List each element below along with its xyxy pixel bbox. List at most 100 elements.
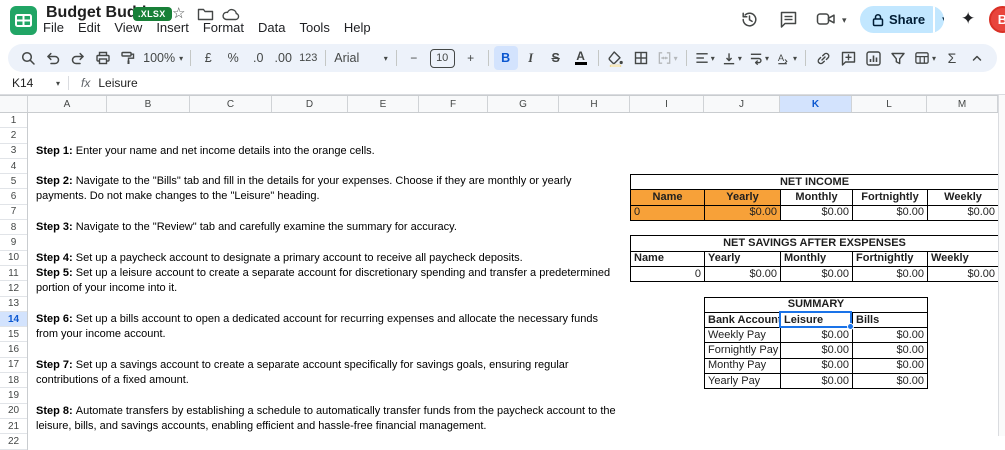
summary-cell-r2-c1[interactable]: $0.00 [780,357,853,375]
menu-data[interactable]: Data [251,19,292,36]
insert-chart-icon[interactable] [861,46,885,70]
version-history-icon[interactable] [740,10,759,29]
row-header-4[interactable]: 4 [0,158,27,175]
menu-edit[interactable]: Edit [71,19,107,36]
net-income-header-fortnightly[interactable]: Fortnightly [852,189,928,206]
summary-cell-r1-c1[interactable]: $0.00 [780,342,853,359]
menu-tools[interactable]: Tools [292,19,336,36]
summary-cell-r3-c2[interactable]: $0.00 [851,373,929,390]
step-text-3[interactable]: Step 3: Navigate to the "Review" tab and… [36,220,676,235]
net-savings-title[interactable]: NET SAVINGS AFTER EXSPENSES [630,235,999,252]
increase-decimal-button[interactable]: .00 [271,46,295,70]
vertical-scrollbar[interactable] [998,95,1005,436]
row-header-3[interactable]: 3 [0,143,27,159]
gemini-sparkle-icon[interactable]: ✦ [961,9,975,29]
formula-input[interactable]: Leisure [98,76,137,90]
comments-icon[interactable] [779,10,798,29]
summary-cell-r1-c0[interactable]: Fornightly Pay [704,342,781,359]
net-savings-value-4[interactable]: $0.00 [927,265,999,283]
name-box[interactable]: K14 ▾ [0,76,66,90]
net-savings-value-1[interactable]: $0.00 [704,265,781,283]
row-header-7[interactable]: 7 [0,204,27,221]
row-header-13[interactable]: 13 [0,296,27,312]
row-header-10[interactable]: 10 [0,250,27,266]
bold-button[interactable]: B [493,46,518,70]
row-header-11[interactable]: 11 [0,265,27,282]
menu-view[interactable]: View [107,19,149,36]
row-header-15[interactable]: 15 [0,327,27,343]
row-header-14[interactable]: 14 [0,311,27,328]
row-header-17[interactable]: 17 [0,357,27,374]
summary-cell-r0-c2[interactable]: $0.00 [851,327,929,344]
camera-dropdown-caret[interactable]: ▾ [842,15,847,26]
row-header-6[interactable]: 6 [0,189,27,205]
hide-menus-icon[interactable] [965,46,989,70]
net-savings-value-0[interactable]: 0 [630,265,705,283]
menu-help[interactable]: Help [337,19,378,36]
menu-file[interactable]: File [36,19,71,36]
net-income-header-name[interactable]: Name [630,189,705,206]
insert-link-icon[interactable] [811,46,835,70]
net-income-value-2[interactable]: $0.00 [780,204,853,222]
create-filter-icon[interactable] [886,46,910,70]
summary-header-bills[interactable]: Bills [851,311,929,329]
row-header-1[interactable]: 1 [0,113,27,129]
summary-cell-r3-c0[interactable]: Yearly Pay [704,373,781,390]
net-income-value-3[interactable]: $0.00 [852,204,928,222]
row-header-19[interactable]: 19 [0,388,27,404]
column-header-K[interactable]: K [780,96,852,112]
row-header-12[interactable]: 12 [0,281,27,297]
row-header-18[interactable]: 18 [0,373,27,389]
net-savings-header-fortnightly[interactable]: Fortnightly [852,250,928,267]
summary-cell-r2-c2[interactable]: $0.00 [851,357,929,375]
row-header-20[interactable]: 20 [0,403,27,419]
net-savings-value-2[interactable]: $0.00 [780,265,853,283]
print-icon[interactable] [91,46,115,70]
select-all-corner[interactable] [0,96,28,112]
row-header-8[interactable]: 8 [0,220,27,236]
increase-font-size-button[interactable]: + [459,46,483,70]
selected-cell-outline[interactable] [779,310,854,331]
menu-insert[interactable]: Insert [149,19,196,36]
vertical-align-icon[interactable]: ▾ [719,46,745,70]
share-button[interactable]: Share ▾ [860,6,944,33]
summary-header-bank-accounts[interactable]: Bank Accounts [704,311,781,329]
column-header-F[interactable]: F [419,96,488,112]
text-rotation-icon[interactable]: A ▾ [773,46,800,70]
percent-format-button[interactable]: % [221,46,245,70]
net-savings-header-yearly[interactable]: Yearly [704,250,781,267]
text-wrap-icon[interactable]: ▾ [746,46,772,70]
italic-button[interactable]: I [519,46,543,70]
zoom-select[interactable]: 100% ▾ [141,46,185,70]
table-views-icon[interactable]: ▾ [911,46,939,70]
borders-icon[interactable] [629,46,653,70]
account-avatar[interactable]: B [989,6,1005,33]
meet-camera-icon[interactable] [816,10,836,28]
search-menus-icon[interactable] [16,46,40,70]
text-color-button[interactable]: A [569,46,593,70]
column-header-H[interactable]: H [559,96,630,112]
step-text-1[interactable]: Step 1: Enter your name and net income d… [36,144,676,159]
menu-format[interactable]: Format [196,19,251,36]
column-header-L[interactable]: L [852,96,927,112]
column-header-J[interactable]: J [704,96,780,112]
strikethrough-button[interactable]: S [544,46,568,70]
column-header-C[interactable]: C [190,96,272,112]
row-header-16[interactable]: 16 [0,342,27,358]
net-income-header-monthly[interactable]: Monthly [780,189,853,206]
net-savings-header-monthly[interactable]: Monthly [780,250,853,267]
step-text-7[interactable]: Step 7: Set up a savings account to crea… [36,358,676,389]
functions-button[interactable]: Σ [940,46,964,70]
currency-format-button[interactable]: £ [196,46,220,70]
row-header-22[interactable]: 22 [0,434,27,450]
net-savings-header-name[interactable]: Name [630,250,705,267]
insert-comment-icon[interactable] [836,46,860,70]
decrease-decimal-button[interactable]: .0 [246,46,270,70]
fill-color-icon[interactable] [604,46,628,70]
step-text-6[interactable]: Step 6: Set up a bills account to open a… [36,312,676,343]
summary-cell-r2-c0[interactable]: Monthy Pay [704,357,781,375]
summary-cell-r1-c2[interactable]: $0.00 [851,342,929,359]
font-select[interactable]: Arial ▾ [331,46,391,70]
column-header-G[interactable]: G [488,96,559,112]
sheets-app-icon[interactable] [9,6,38,35]
